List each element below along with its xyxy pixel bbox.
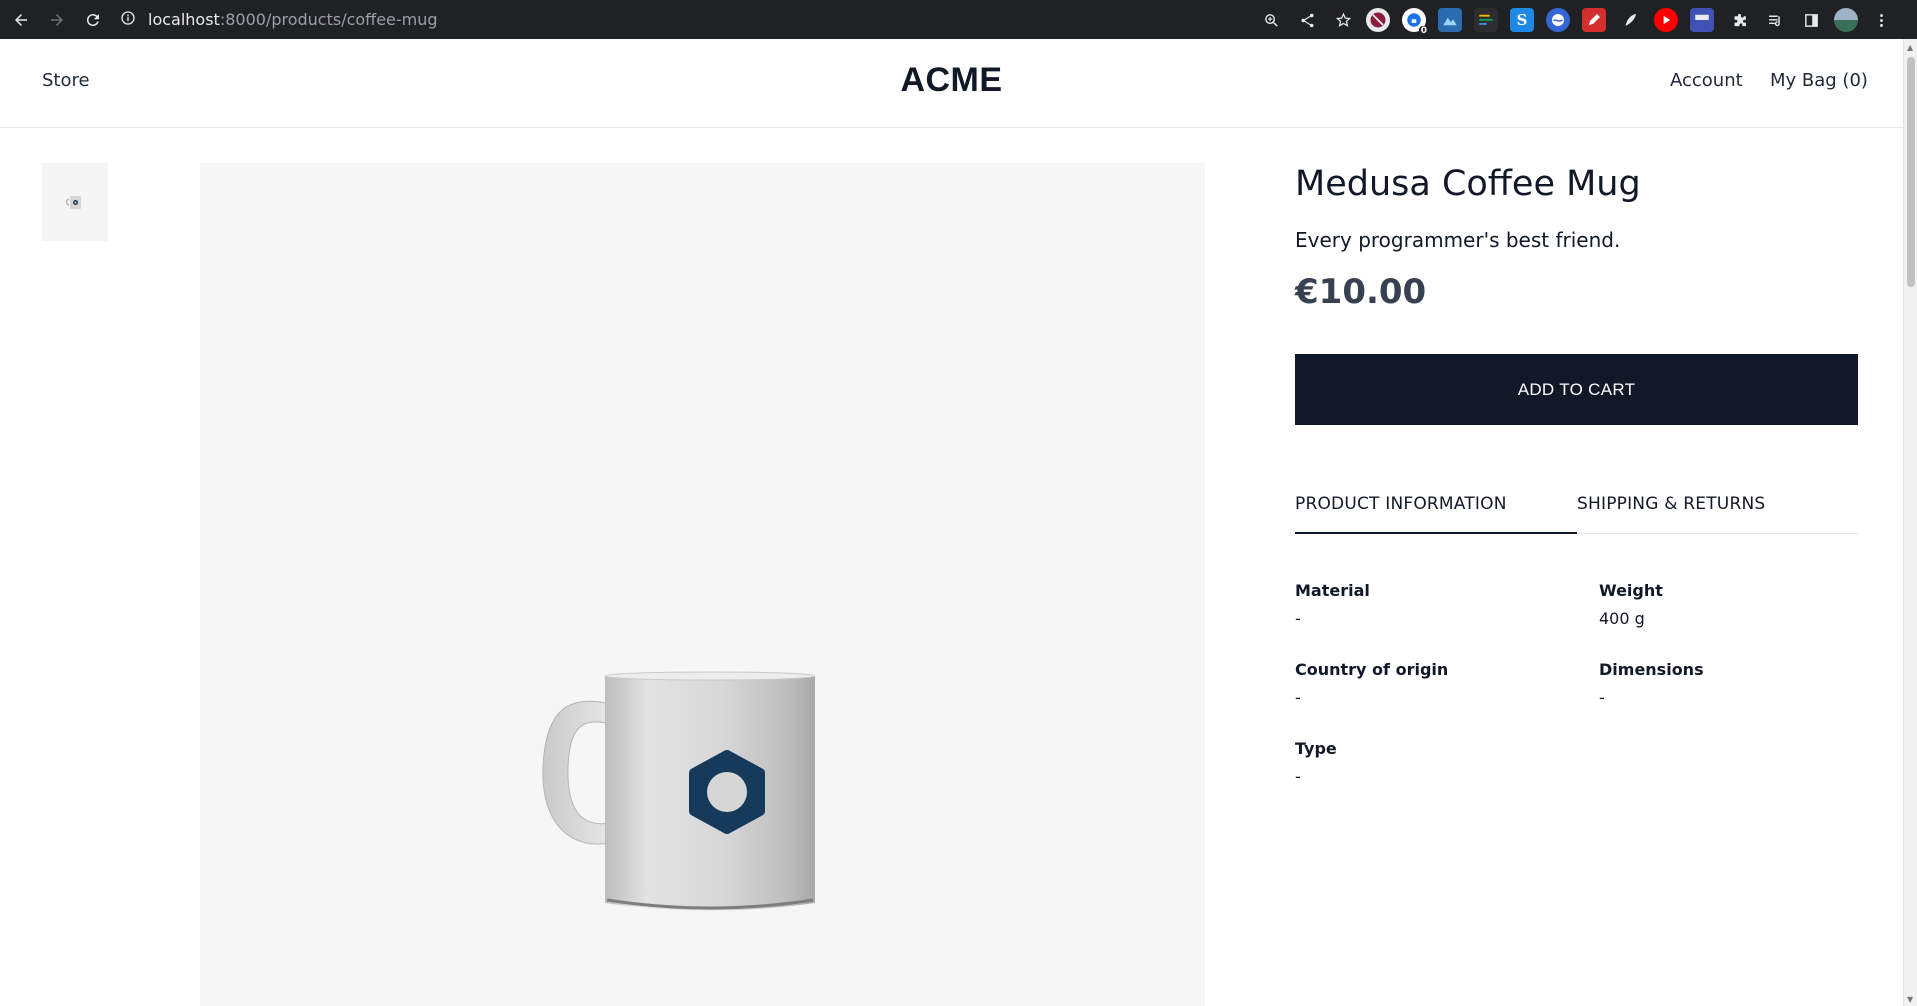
s-extension-icon[interactable]: S — [1510, 8, 1534, 32]
share-button[interactable] — [1294, 7, 1320, 33]
bookmark-button[interactable] — [1330, 7, 1356, 33]
product-tabs: PRODUCT INFORMATION SHIPPING & RETURNS — [1295, 492, 1858, 534]
side-panel-button[interactable] — [1798, 7, 1824, 33]
share-icon — [1300, 13, 1314, 27]
coffee-mug-image — [542, 671, 816, 911]
product-thumbnail[interactable] — [42, 163, 108, 241]
back-button[interactable] — [7, 6, 35, 34]
spec-value: - — [1295, 767, 1301, 786]
scroll-thumb[interactable] — [1907, 57, 1915, 287]
tab-shipping-returns[interactable]: SHIPPING & RETURNS — [1577, 494, 1765, 534]
chrome-menu-button[interactable] — [1868, 7, 1894, 33]
spec-label: Type — [1295, 739, 1337, 758]
media-control-button[interactable] — [1762, 7, 1788, 33]
zoom-button[interactable] — [1258, 7, 1284, 33]
page-scrollbar[interactable]: ▲ ▼ — [1903, 39, 1917, 1006]
product-title: Medusa Coffee Mug — [1295, 164, 1641, 204]
mug-thumbnail-image — [65, 196, 81, 209]
store-header: Store ACME Account My Bag (0) — [0, 39, 1903, 128]
pen-extension-icon[interactable] — [1582, 8, 1606, 32]
add-to-cart-button[interactable]: ADD TO CART — [1295, 354, 1858, 425]
bars-extension-icon[interactable] — [1474, 8, 1498, 32]
product-subtitle: Every programmer's best friend. — [1295, 228, 1621, 252]
extensions-button[interactable] — [1726, 7, 1752, 33]
profile-avatar[interactable] — [1834, 8, 1858, 32]
address-bar[interactable]: localhost:8000/products/coffee-mug — [120, 4, 1240, 34]
spec-label: Weight — [1599, 581, 1663, 600]
spec-value: - — [1295, 688, 1301, 707]
arrow-right-icon — [51, 14, 63, 26]
scroll-down-arrow-icon[interactable]: ▼ — [1907, 995, 1913, 1004]
spec-material: Material - — [1295, 581, 1370, 628]
browser-actions: 0 S — [1258, 7, 1904, 36]
nav-account-link[interactable]: Account — [1670, 70, 1743, 91]
spec-label: Material — [1295, 581, 1370, 600]
product-price: €10.00 — [1295, 272, 1427, 312]
side-panel-icon — [1804, 13, 1818, 27]
info-icon[interactable] — [120, 10, 138, 28]
url-host: localhost — [148, 9, 220, 29]
kebab-menu-icon — [1879, 13, 1883, 27]
lock-extension-icon[interactable]: 0 — [1402, 8, 1429, 36]
scroll-up-arrow-icon[interactable]: ▲ — [1907, 43, 1913, 52]
spec-weight: Weight 400 g — [1599, 581, 1663, 628]
feather-extension-icon[interactable] — [1618, 8, 1642, 32]
forward-button[interactable] — [43, 6, 71, 34]
spec-country-of-origin: Country of origin - — [1295, 660, 1448, 707]
spec-type: Type - — [1295, 739, 1337, 786]
mountain-extension-icon[interactable] — [1438, 8, 1462, 32]
nav-bag-link[interactable]: My Bag (0) — [1770, 70, 1868, 91]
reload-icon — [86, 14, 99, 27]
blocker-extension-icon[interactable] — [1366, 8, 1390, 32]
store-logo[interactable]: ACME — [0, 61, 1903, 100]
product-main-image — [200, 163, 1205, 1006]
spec-label: Dimensions — [1599, 660, 1704, 679]
spec-value: - — [1295, 609, 1301, 628]
playlist-icon — [1768, 15, 1780, 26]
url-path: :8000/products/coffee-mug — [219, 9, 438, 29]
spec-value: 400 g — [1599, 609, 1645, 628]
star-icon — [1335, 12, 1351, 27]
arrow-left-icon — [15, 14, 27, 26]
puzzle-icon — [1734, 13, 1746, 26]
zoom-icon — [1264, 13, 1278, 27]
reload-button[interactable] — [79, 6, 107, 34]
spec-value: - — [1599, 688, 1605, 707]
spec-dimensions: Dimensions - — [1599, 660, 1704, 707]
wave-extension-icon[interactable] — [1546, 8, 1570, 32]
spec-label: Country of origin — [1295, 660, 1449, 679]
tab-product-information[interactable]: PRODUCT INFORMATION — [1295, 494, 1577, 534]
youtube-extension-icon[interactable] — [1654, 8, 1678, 32]
extension-badge: 0 — [1418, 26, 1429, 36]
flag-extension-icon[interactable] — [1690, 8, 1714, 32]
browser-toolbar: localhost:8000/products/coffee-mug 0 S — [0, 0, 1917, 39]
